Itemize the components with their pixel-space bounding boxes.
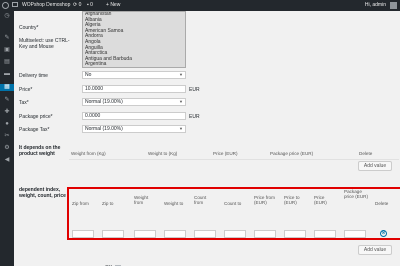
price-value: 10.0000	[85, 86, 104, 92]
col-package-price: Package price (EUR)	[270, 151, 314, 156]
package-tax-value: Normal (19.00%)	[85, 126, 123, 132]
site-name-link[interactable]: WOPshop Demoshop	[22, 2, 70, 9]
col-package-price: Package price (EUR)	[344, 189, 368, 199]
chevron-down-icon: ▼	[179, 72, 183, 77]
col-weight-to: Weight to (Kg)	[148, 151, 178, 156]
comments-count: 0	[90, 2, 93, 8]
count-to-input[interactable]	[224, 230, 246, 238]
collapse-icon[interactable]: ◀	[3, 157, 11, 164]
col-price: Price (EUR)	[213, 151, 238, 156]
weight-section-title: It depends on the product weight	[19, 145, 61, 157]
col-price-to: Price to (EUR)	[284, 195, 300, 205]
table-divider	[69, 159, 399, 160]
delivery-time-label: Delivery time	[19, 73, 48, 79]
delivery-time-value: No	[85, 72, 92, 78]
tax-select[interactable]: Normal (19.00%) ▼	[82, 98, 186, 106]
package-price-label: Package price*	[19, 114, 53, 120]
package-tax-select[interactable]: Normal (19.00%) ▼	[82, 125, 186, 133]
col-zip-from: Zip from	[72, 201, 89, 206]
updates-count: 0	[78, 2, 82, 8]
new-content-link[interactable]: + New	[106, 2, 120, 9]
admin-menu: ◷ ✎ ▣ ▤ ▬ ▦ ✎ ✚ ● ✂ ⚙ ◀	[0, 11, 14, 266]
country-label: Country*	[19, 25, 39, 31]
chevron-down-icon: ▼	[179, 99, 183, 104]
col-zip-to: Zip to	[102, 201, 114, 206]
tax-label: Tax*	[19, 100, 29, 106]
price-from-input[interactable]	[254, 230, 276, 238]
package-tax-label: Package Tax*	[19, 127, 50, 133]
dependent-add-value-button[interactable]: Add value	[358, 245, 392, 255]
dependent-section-title: dependent index, weight, count, price	[19, 187, 66, 199]
col-weight-from: Weight from	[134, 195, 149, 205]
delete-row-icon[interactable]: ⊗	[380, 230, 387, 237]
delivery-time-select[interactable]: No ▼	[82, 71, 186, 79]
pages-icon[interactable]: ▤	[3, 59, 11, 66]
package-price-unit: EUR	[189, 114, 200, 120]
package-price-input[interactable]: 0.0000	[82, 112, 186, 120]
admin-bar: WOPshop Demoshop ⟳ 0 ▪ 0 + New Hi, admin	[0, 0, 400, 11]
media-icon[interactable]: ▣	[3, 47, 11, 54]
col-count-to: Count to	[224, 201, 242, 206]
settings-icon[interactable]: ⚙	[3, 145, 11, 152]
tax-value: Normal (19.00%)	[85, 99, 123, 105]
price-label: Price*	[19, 87, 33, 93]
country-option[interactable]: Argentina	[83, 62, 185, 67]
col-delete: Delete	[359, 151, 373, 156]
dashboard-icon[interactable]: ◷	[3, 13, 11, 20]
package-price-input[interactable]	[344, 230, 366, 238]
col-weight-from: Weight from (Kg)	[71, 151, 106, 156]
price-unit: EUR	[189, 87, 200, 93]
avatar[interactable]	[390, 2, 397, 9]
shop-icon[interactable]: ▦	[0, 84, 14, 91]
comments-link[interactable]: ▪ 0	[87, 2, 93, 9]
col-weight-to: Weight to	[164, 201, 184, 206]
country-multiselect[interactable]: Afghanistan Albania Algeria American Samoa A…	[82, 11, 186, 68]
col-delete: Delete	[375, 201, 389, 206]
comments-icon[interactable]: ▬	[3, 71, 11, 78]
weight-from-input[interactable]	[134, 230, 156, 238]
chevron-down-icon: ▼	[179, 126, 183, 131]
zip-to-input[interactable]	[102, 230, 124, 238]
posts-icon[interactable]: ✎	[3, 35, 11, 42]
wordpress-logo-icon[interactable]	[2, 2, 9, 9]
home-icon[interactable]	[12, 2, 18, 7]
count-from-input[interactable]	[194, 230, 216, 238]
weight-add-value-button[interactable]: Add value	[358, 161, 392, 171]
price-input[interactable]: 10.0000	[82, 85, 186, 93]
price-input[interactable]	[314, 230, 336, 238]
tools-icon[interactable]: ✂	[3, 133, 11, 140]
updates-link[interactable]: ⟳ 0	[73, 2, 81, 9]
new-label: New	[110, 2, 121, 8]
main-content: Country* Multiselect: use CTRL-Key and M…	[14, 11, 400, 266]
col-price-from: Price from (EUR)	[254, 195, 275, 205]
price-to-input[interactable]	[284, 230, 306, 238]
users-icon[interactable]: ●	[3, 121, 11, 128]
account-link[interactable]: Hi, admin	[365, 2, 386, 9]
plugins-icon[interactable]: ✚	[3, 109, 11, 116]
multiselect-hint: Multiselect: use CTRL-Key and Mouse	[19, 38, 70, 50]
col-price: Price (EUR)	[314, 195, 327, 205]
col-count-from: Count from	[194, 195, 207, 205]
zip-from-input[interactable]	[72, 230, 94, 238]
appearance-icon[interactable]: ✎	[3, 97, 11, 104]
weight-to-input[interactable]	[164, 230, 186, 238]
package-price-value: 0.0000	[85, 113, 101, 119]
